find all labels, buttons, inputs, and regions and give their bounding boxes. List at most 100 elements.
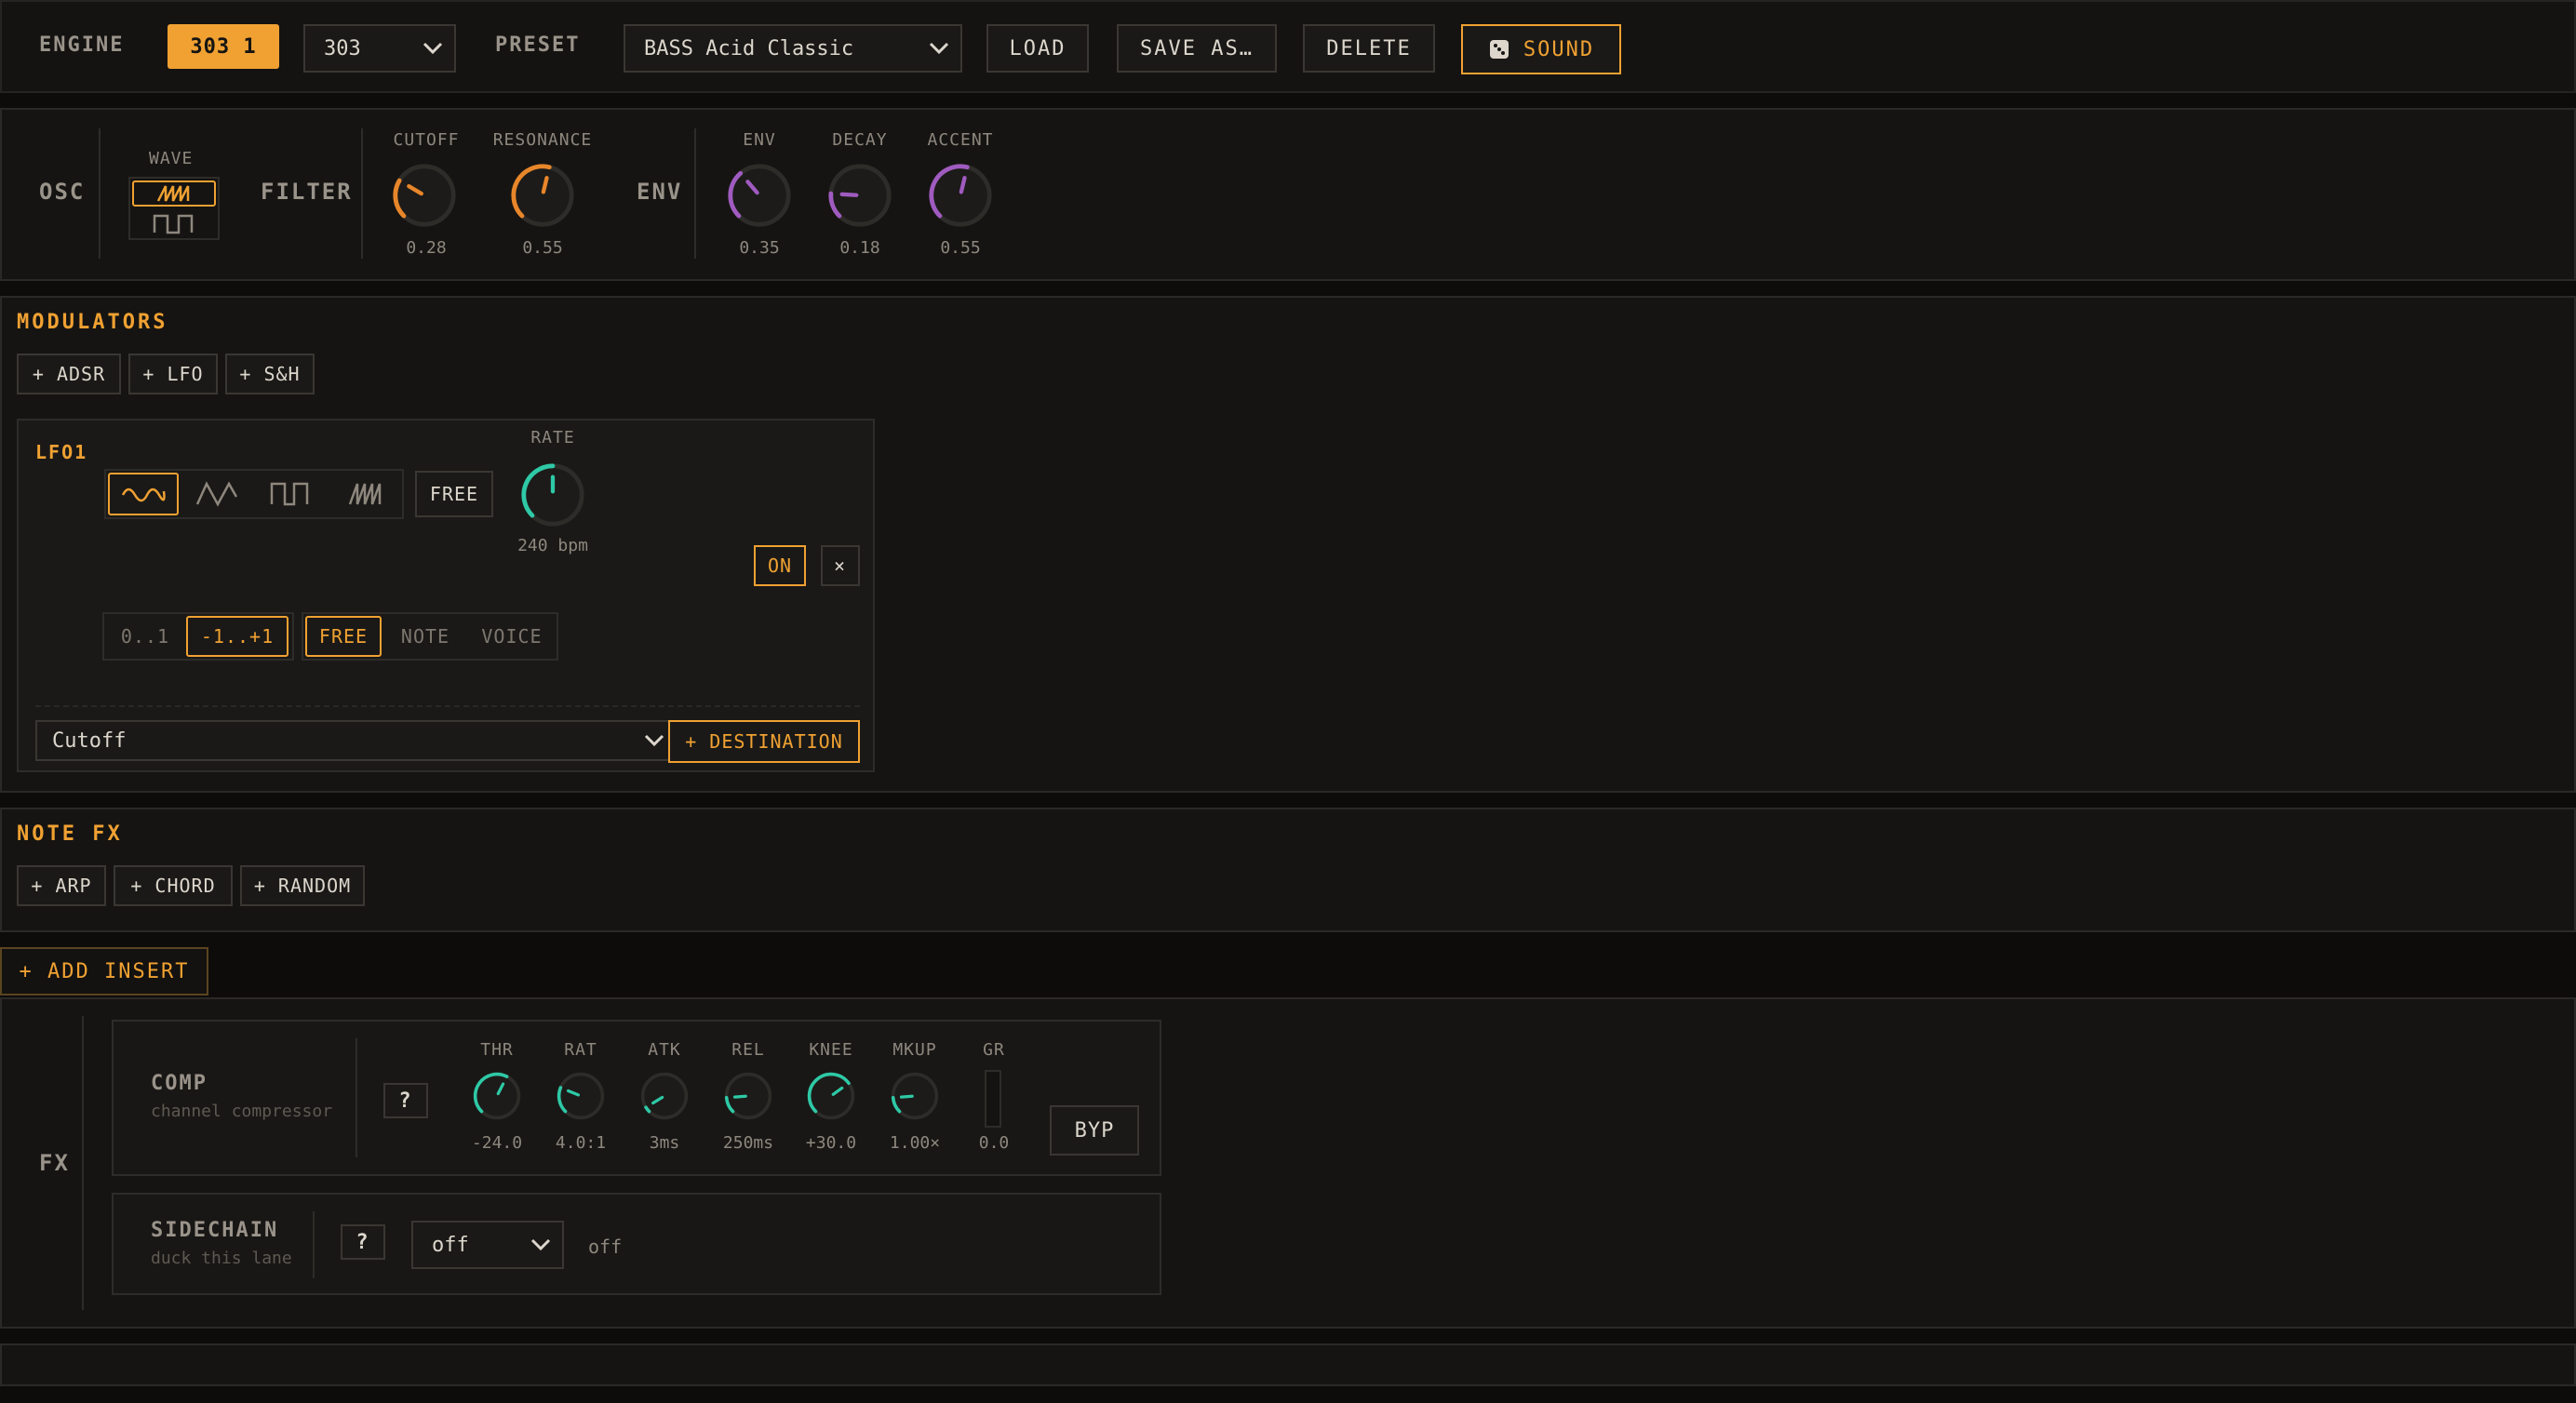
- decay-knob-label: DECAY: [832, 130, 888, 150]
- top-bar: ENGINE 303 1 303 PRESET BASS Acid Classi…: [0, 0, 2576, 93]
- lfo-trigger-voice[interactable]: VOICE: [469, 618, 555, 655]
- add-insert-button[interactable]: + ADD INSERT: [0, 947, 208, 995]
- add-destination-button[interactable]: + DESTINATION: [668, 720, 860, 763]
- add-sh-button-label: + S&H: [239, 363, 301, 385]
- preset-select[interactable]: BASS Acid Classic: [624, 24, 962, 73]
- lfo-rate-knob[interactable]: [516, 458, 590, 532]
- decay-knob[interactable]: [823, 158, 897, 233]
- lfo-trigger-free[interactable]: FREE: [305, 616, 382, 657]
- comp-help-button[interactable]: ?: [383, 1083, 428, 1118]
- triangle-wave-icon: [195, 481, 238, 507]
- lfo-remove-button[interactable]: ×: [821, 545, 860, 586]
- add-lfo-button[interactable]: + LFO: [128, 354, 218, 394]
- load-button-label: LOAD: [1009, 36, 1067, 60]
- sound-button-label: SOUND: [1523, 37, 1595, 61]
- save-as-button-label: SAVE AS…: [1140, 36, 1254, 60]
- comp-header-divider: [356, 1038, 357, 1157]
- accent-knob-value: 0.55: [940, 238, 981, 258]
- chevron-down-icon: [644, 734, 664, 747]
- lfo-trigger-voice-label: VOICE: [481, 625, 543, 648]
- resonance-knob-value: 0.55: [522, 238, 563, 258]
- comp-rel-knob[interactable]: [720, 1068, 776, 1124]
- comp-bypass-button[interactable]: BYP: [1050, 1105, 1139, 1156]
- note-fx-panel: NOTE FX + ARP + CHORD + RANDOM: [0, 808, 2576, 932]
- lfo-on-toggle-label: ON: [767, 555, 793, 577]
- sidechain-card: SIDECHAIN duck this lane ? off off: [112, 1193, 1161, 1295]
- engine-select-value: 303: [324, 36, 361, 60]
- knob-pointer: [839, 192, 859, 197]
- sidechain-title: SIDECHAIN: [151, 1219, 279, 1242]
- add-chord-button-label: + CHORD: [130, 875, 216, 897]
- modulators-title: MODULATORS: [17, 311, 168, 334]
- env-section-label: ENV: [637, 179, 683, 205]
- filter-divider: [361, 128, 363, 259]
- chevron-down-icon: [423, 42, 443, 55]
- engine-label: ENGINE: [39, 33, 125, 57]
- osc-label: OSC: [39, 179, 86, 205]
- lfo-shape-square[interactable]: [257, 473, 328, 515]
- accent-knob[interactable]: [923, 158, 998, 233]
- wave-selector: [128, 177, 220, 240]
- lfo-range-bipolar[interactable]: -1..+1: [186, 616, 288, 657]
- comp-subtitle: channel compressor: [151, 1102, 333, 1121]
- lfo-shape-triangle[interactable]: [182, 473, 253, 515]
- resonance-knob-label: RESONANCE: [492, 130, 593, 150]
- load-button[interactable]: LOAD: [986, 24, 1089, 73]
- comp-atk-value: 3ms: [649, 1133, 680, 1153]
- help-icon: ?: [398, 1089, 413, 1113]
- delete-button[interactable]: DELETE: [1303, 24, 1435, 73]
- cutoff-knob[interactable]: [387, 158, 462, 233]
- save-as-button[interactable]: SAVE AS…: [1117, 24, 1277, 73]
- fx-label: FX: [39, 1150, 70, 1176]
- lfo-shape-sine[interactable]: [108, 473, 179, 515]
- comp-card: COMP channel compressor ? THR -24.0 RAT …: [112, 1020, 1161, 1176]
- comp-knee-knob[interactable]: [803, 1068, 859, 1124]
- add-chord-button[interactable]: + CHORD: [114, 865, 233, 906]
- lfo-free-button[interactable]: FREE: [415, 471, 493, 517]
- preset-select-value: BASS Acid Classic: [644, 36, 854, 60]
- lfo-free-button-label: FREE: [429, 483, 479, 505]
- sidechain-help-button[interactable]: ?: [341, 1224, 385, 1260]
- lfo-shape-saw[interactable]: [331, 473, 402, 515]
- accent-knob-label: ACCENT: [927, 130, 994, 150]
- lfo-card: LFO1 FREE RATE 240 bpm ON × 0..1 -1..+1: [17, 419, 875, 772]
- bottom-strip: [0, 1343, 2576, 1386]
- synth-panel: OSC WAVE FILTER ENV CUTOFF 0.28 RESONANC…: [0, 108, 2576, 281]
- wave-square-option[interactable]: [132, 210, 216, 236]
- lfo-trigger-note[interactable]: NOTE: [385, 618, 465, 655]
- knob-pointer: [732, 1094, 747, 1099]
- comp-atk-knob[interactable]: [637, 1068, 692, 1124]
- lfo-on-toggle[interactable]: ON: [754, 545, 806, 586]
- comp-atk-label: ATK: [648, 1040, 681, 1060]
- lfo-destination-select[interactable]: Cutoff: [35, 720, 678, 761]
- knob-pointer: [899, 1094, 914, 1099]
- sound-button[interactable]: SOUND: [1461, 24, 1621, 74]
- comp-mkup-knob[interactable]: [887, 1068, 943, 1124]
- comp-rat-knob[interactable]: [553, 1068, 609, 1124]
- lfo-trigger-note-label: NOTE: [400, 625, 450, 648]
- lfo-name: LFO1: [35, 441, 88, 463]
- add-sh-button[interactable]: + S&H: [225, 354, 315, 394]
- sidechain-subtitle: duck this lane: [151, 1249, 292, 1268]
- fx-divider: [82, 1016, 84, 1310]
- engine-badge[interactable]: 303 1: [168, 24, 279, 69]
- delete-button-label: DELETE: [1326, 36, 1412, 60]
- sidechain-status: off: [588, 1236, 623, 1258]
- cutoff-knob-value: 0.28: [406, 238, 447, 258]
- lfo-range-unipolar-label: 0..1: [120, 625, 170, 648]
- env-knob[interactable]: [722, 158, 797, 233]
- engine-select[interactable]: 303: [303, 24, 456, 73]
- comp-thr-knob[interactable]: [469, 1068, 525, 1124]
- wave-saw-option[interactable]: [132, 180, 216, 207]
- resonance-knob[interactable]: [505, 158, 580, 233]
- add-adsr-button[interactable]: + ADSR: [17, 354, 121, 394]
- lfo-range-selector: 0..1 -1..+1: [102, 612, 294, 661]
- square-wave-icon: [270, 482, 309, 506]
- fx-panel: FX COMP channel compressor ? THR -24.0 R…: [0, 997, 2576, 1329]
- sidechain-source-select[interactable]: off: [411, 1221, 564, 1269]
- add-arp-button[interactable]: + ARP: [17, 865, 106, 906]
- comp-mkup-label: MKUP: [892, 1040, 937, 1060]
- lfo-range-unipolar[interactable]: 0..1: [108, 618, 182, 655]
- add-random-button[interactable]: + RANDOM: [240, 865, 365, 906]
- add-arp-button-label: + ARP: [31, 875, 92, 897]
